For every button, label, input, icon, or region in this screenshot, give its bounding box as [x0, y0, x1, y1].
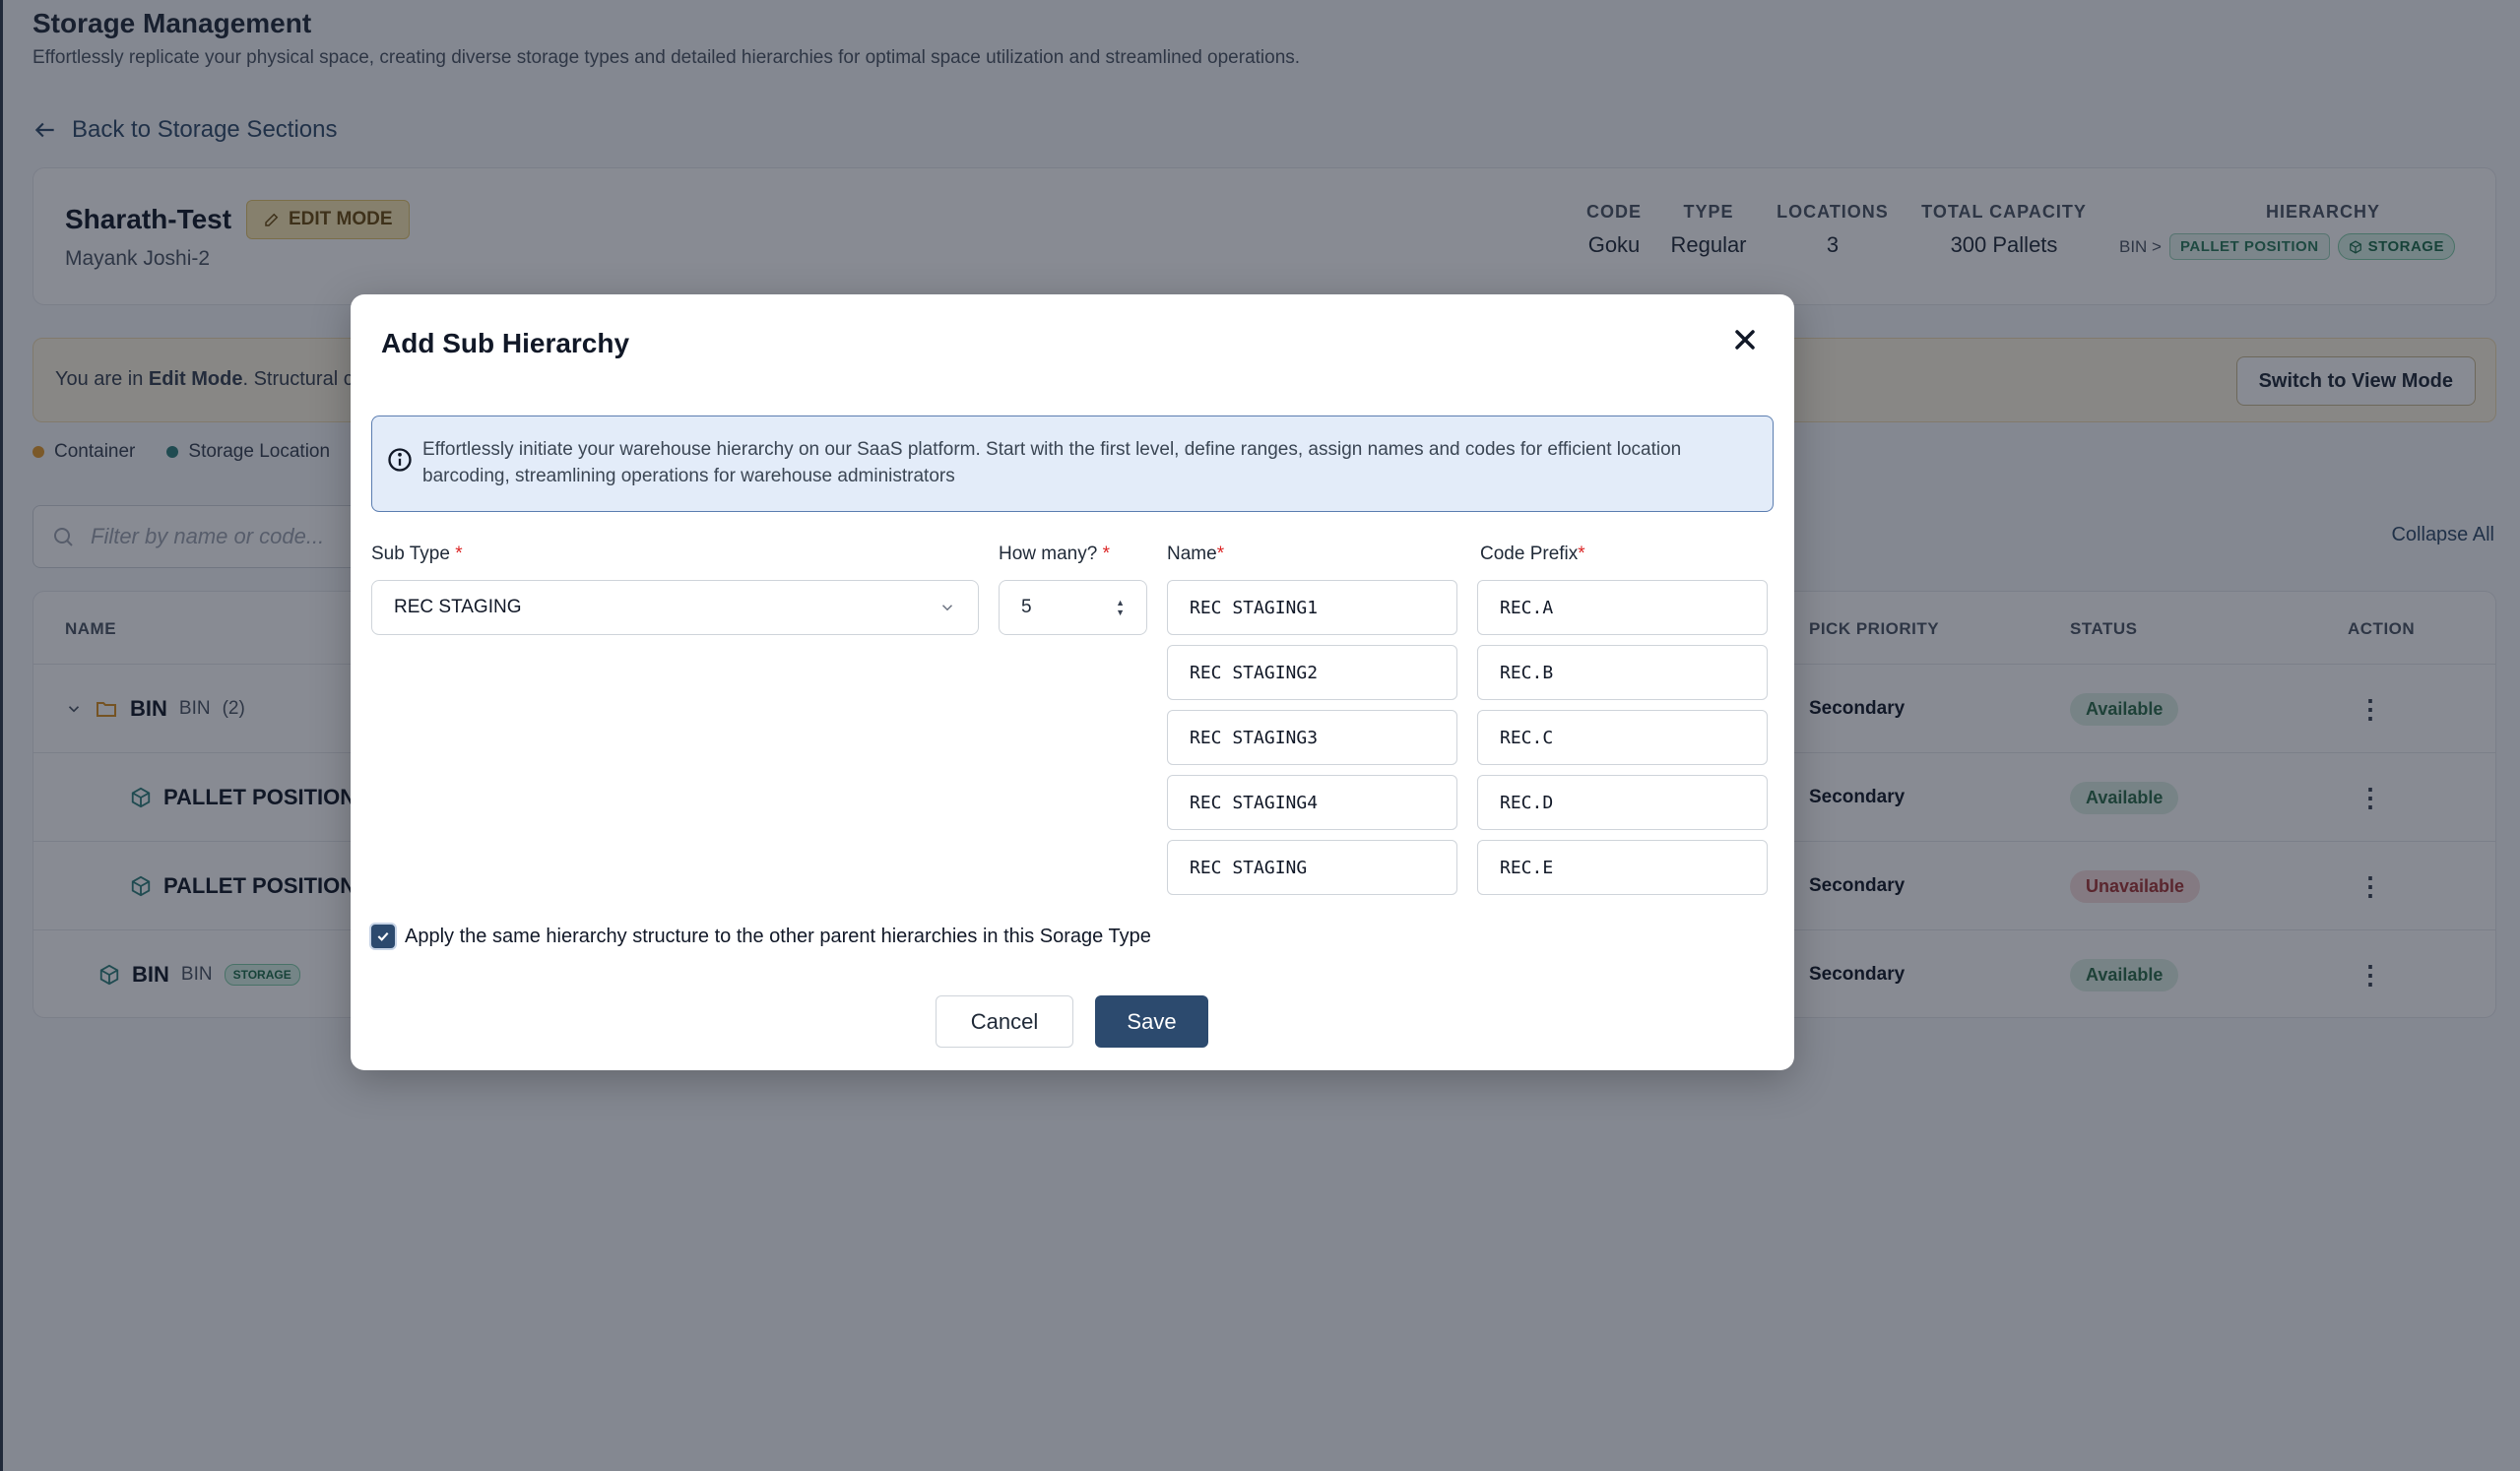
how-many-label-text: How many?: [999, 544, 1098, 564]
save-button[interactable]: Save: [1095, 995, 1208, 1048]
info-icon: [388, 448, 412, 472]
code-prefix-label-text: Code Prefix: [1480, 544, 1579, 564]
apply-hierarchy-option[interactable]: Apply the same hierarchy structure to th…: [371, 925, 1151, 948]
name-label-text: Name: [1167, 544, 1217, 564]
sub-type-label-text: Sub Type: [371, 544, 450, 564]
code-prefix-input[interactable]: REC.D: [1477, 775, 1768, 830]
apply-hierarchy-label: Apply the same hierarchy structure to th…: [405, 925, 1151, 947]
name-input[interactable]: REC STAGING4: [1167, 775, 1457, 830]
how-many-value: 5: [1021, 597, 1032, 617]
apply-hierarchy-checkbox[interactable]: [371, 925, 395, 948]
decrement-icon[interactable]: ▼: [1116, 608, 1125, 617]
chevron-down-icon: [941, 605, 953, 611]
required-mark: *: [1216, 544, 1225, 564]
modal-title: Add Sub Hierarchy: [381, 328, 630, 358]
required-mark: *: [1578, 544, 1585, 564]
info-text: Effortlessly initiate your warehouse hie…: [422, 439, 1682, 486]
increment-icon[interactable]: ▲: [1116, 598, 1125, 608]
stepper-arrows[interactable]: ▲ ▼: [1116, 598, 1125, 617]
name-input[interactable]: REC STAGING1: [1167, 580, 1457, 635]
code-prefix-input[interactable]: REC.E: [1477, 840, 1768, 895]
required-mark: *: [1102, 544, 1111, 564]
code-prefix-label: Code Prefix*: [1480, 544, 1585, 565]
sub-type-label: Sub Type *: [371, 544, 463, 565]
name-input[interactable]: REC STAGING3: [1167, 710, 1457, 765]
code-prefix-input[interactable]: REC.C: [1477, 710, 1768, 765]
close-icon[interactable]: [1729, 324, 1761, 355]
how-many-label: How many? *: [999, 544, 1110, 565]
sub-type-value: REC STAGING: [394, 597, 522, 617]
code-prefix-input[interactable]: REC.B: [1477, 645, 1768, 700]
name-label: Name*: [1167, 544, 1224, 565]
sub-type-select[interactable]: REC STAGING: [371, 580, 979, 635]
cancel-button[interactable]: Cancel: [936, 995, 1073, 1048]
required-mark: *: [455, 544, 463, 564]
info-alert: Effortlessly initiate your warehouse hie…: [371, 416, 1774, 512]
how-many-stepper[interactable]: 5 ▲ ▼: [999, 580, 1147, 635]
checkmark-icon: [377, 931, 389, 941]
add-sub-hierarchy-modal: Add Sub Hierarchy Effortlessly initiate …: [351, 294, 1794, 1070]
name-input[interactable]: REC STAGING2: [1167, 645, 1457, 700]
name-input[interactable]: REC STAGING: [1167, 840, 1457, 895]
code-prefix-input[interactable]: REC.A: [1477, 580, 1768, 635]
